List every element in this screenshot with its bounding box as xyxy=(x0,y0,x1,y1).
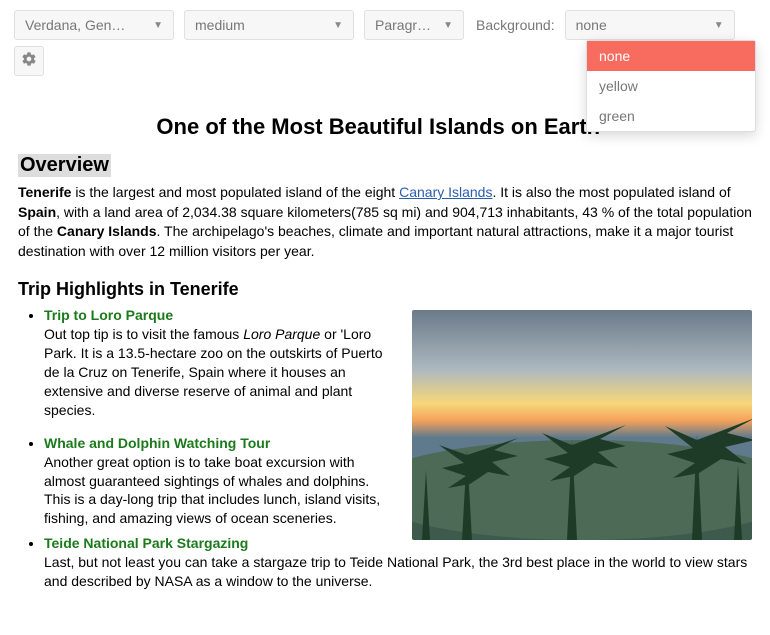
list-item: Whale and Dolphin Watching Tour Another … xyxy=(44,434,388,528)
highlight-title: Trip to Loro Parque xyxy=(44,307,173,323)
background-label: Background: xyxy=(476,17,555,33)
highlight-body: Another great option is to take boat exc… xyxy=(44,454,380,527)
highlights-list-continued: Teide National Park Stargazing Last, but… xyxy=(18,534,752,591)
canary-islands-link[interactable]: Canary Islands xyxy=(399,184,492,200)
tenerife-photo xyxy=(412,310,752,540)
font-size-dropdown[interactable]: medium ▼ xyxy=(184,10,354,40)
background-option-green[interactable]: green xyxy=(587,101,755,131)
overview-heading: Overview xyxy=(18,154,111,177)
trip-text-column: Trip to Loro Parque Out top tip is to vi… xyxy=(18,306,388,542)
highlight-title: Teide National Park Stargazing xyxy=(44,535,248,551)
editor-content[interactable]: One of the Most Beautiful Islands on Ear… xyxy=(14,76,756,615)
background-value: none xyxy=(576,17,607,33)
trip-row: Trip to Loro Parque Out top tip is to vi… xyxy=(18,306,752,542)
editor-app: Verdana, Gen… ▼ medium ▼ Paragraph ▼ Bac… xyxy=(0,0,770,635)
caret-down-icon: ▼ xyxy=(153,20,163,31)
intro-bold-spain: Spain xyxy=(18,204,56,220)
background-option-yellow[interactable]: yellow xyxy=(587,71,755,101)
intro-bold-tenerife: Tenerife xyxy=(18,184,71,200)
highlight-body: Last, but not least you can take a starg… xyxy=(44,554,747,589)
intro-paragraph: Tenerife is the largest and most populat… xyxy=(18,183,752,261)
highlight-body: Out top tip is to visit the famous Loro … xyxy=(44,326,383,418)
background-dropdown[interactable]: none ▼ xyxy=(565,10,735,40)
background-option-none[interactable]: none xyxy=(587,41,755,71)
highlight-title: Whale and Dolphin Watching Tour xyxy=(44,435,270,451)
background-dropdown-menu: none yellow green xyxy=(586,40,756,132)
caret-down-icon: ▼ xyxy=(333,20,343,31)
highlights-heading: Trip Highlights in Tenerife xyxy=(18,279,752,300)
gear-icon xyxy=(21,51,37,72)
list-item: Teide National Park Stargazing Last, but… xyxy=(44,534,752,591)
highlights-list: Trip to Loro Parque Out top tip is to vi… xyxy=(18,306,388,528)
block-format-dropdown[interactable]: Paragraph ▼ xyxy=(364,10,464,40)
block-format-value: Paragraph xyxy=(375,17,435,33)
font-size-value: medium xyxy=(195,17,245,33)
font-family-dropdown[interactable]: Verdana, Gen… ▼ xyxy=(14,10,174,40)
list-item: Trip to Loro Parque Out top tip is to vi… xyxy=(44,306,388,419)
caret-down-icon: ▼ xyxy=(714,20,724,31)
toolbar: Verdana, Gen… ▼ medium ▼ Paragraph ▼ Bac… xyxy=(14,10,756,40)
settings-button[interactable] xyxy=(14,46,44,76)
intro-bold-canary: Canary Islands xyxy=(57,223,157,239)
font-family-value: Verdana, Gen… xyxy=(25,17,125,33)
caret-down-icon: ▼ xyxy=(443,20,453,31)
